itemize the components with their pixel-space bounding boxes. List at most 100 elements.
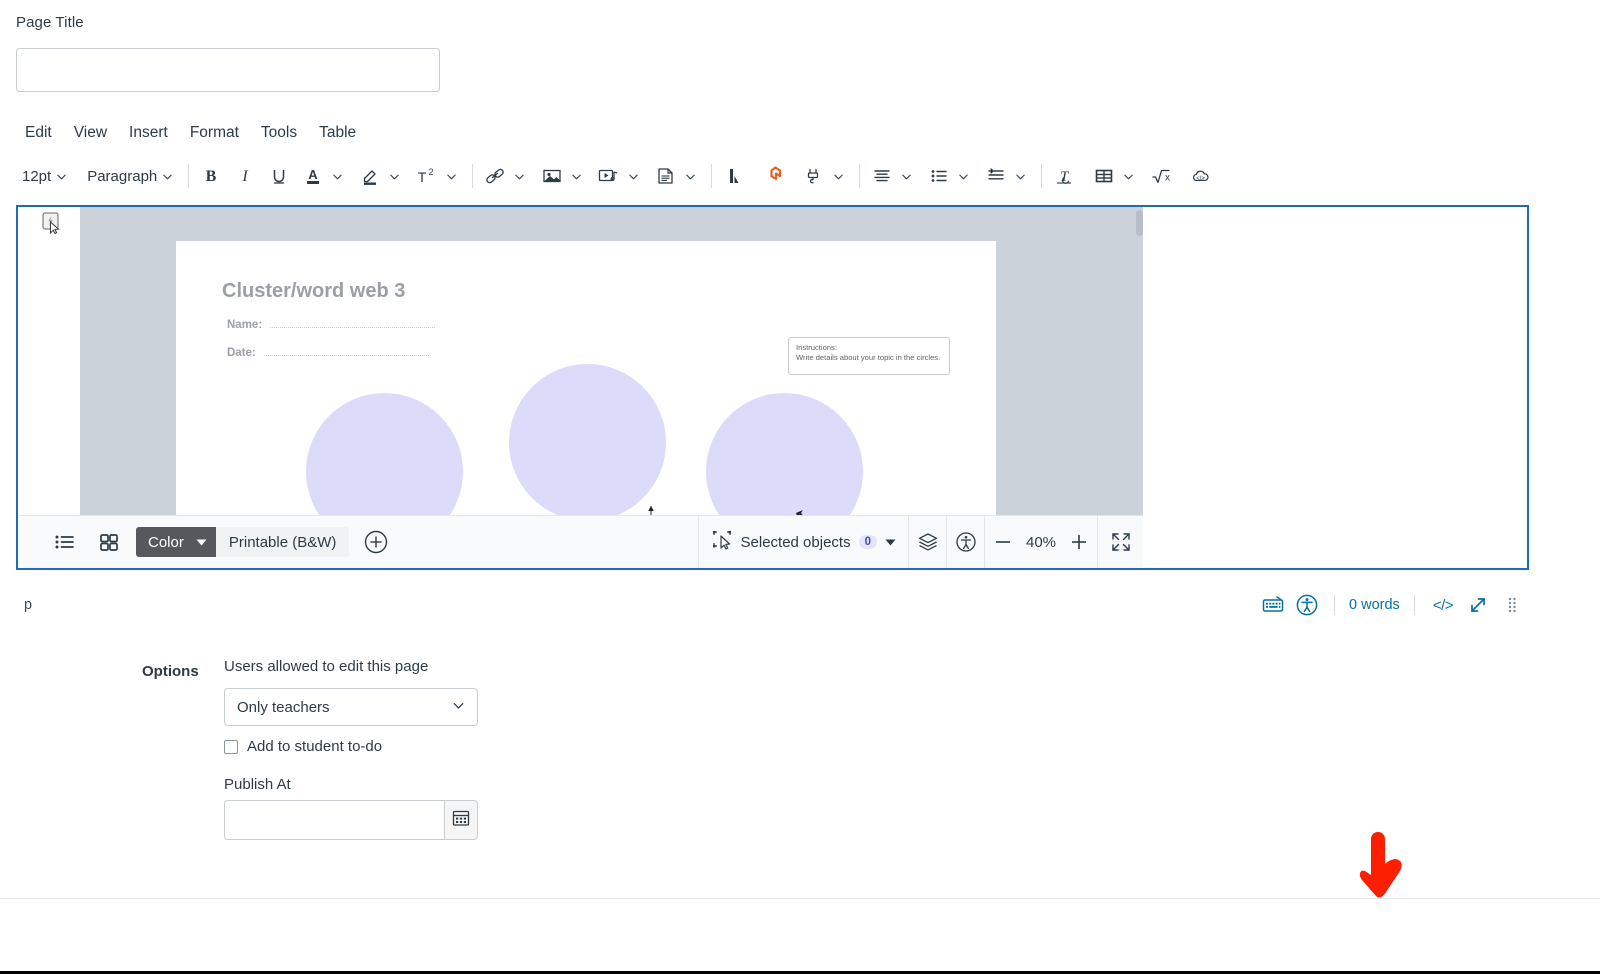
menu-tools[interactable]: Tools — [250, 120, 308, 146]
align-icon[interactable] — [869, 163, 895, 189]
resize-handle-icon[interactable] — [1495, 590, 1529, 620]
text-color-button[interactable]: A — [300, 163, 326, 189]
page-editor-screen: Page Title Edit View Insert Format Tools… — [0, 0, 1600, 974]
svg-text:A: A — [309, 167, 319, 182]
grid-view-icon[interactable] — [92, 525, 126, 559]
chevron-down-icon — [685, 171, 696, 182]
embedded-app-toolbar: Color Printable (B&W) Selected objects 0… — [18, 515, 1143, 568]
table-dropdown[interactable] — [1117, 161, 1140, 191]
accessibility-icon[interactable] — [1290, 590, 1324, 620]
selected-objects-dropdown[interactable]: Selected objects 0 — [697, 516, 908, 568]
status-divider — [1413, 595, 1415, 615]
italic-button[interactable]: I — [232, 163, 258, 189]
worksheet-canvas[interactable]: Cluster/word web 3 Name: Date: Instructi… — [80, 207, 1143, 515]
link-dropdown[interactable] — [508, 161, 531, 191]
cloud-embed-icon[interactable]: </> — [1188, 163, 1214, 189]
chevron-down-icon — [1123, 171, 1134, 182]
publish-at-input[interactable] — [224, 800, 444, 840]
page-title-input[interactable] — [16, 48, 440, 92]
accessibility-checker-icon[interactable] — [946, 516, 984, 568]
zoom-out-button[interactable] — [985, 516, 1021, 568]
list-view-icon[interactable] — [48, 525, 82, 559]
rich-content-editor-body[interactable]: Cluster/word web 3 Name: Date: Instructi… — [16, 205, 1529, 570]
toolbar-divider — [1041, 164, 1043, 188]
text-color-dropdown[interactable] — [326, 161, 349, 191]
chevron-down-icon — [628, 171, 639, 182]
block-format-value: Paragraph — [87, 167, 158, 185]
options-section-label: Options — [142, 663, 199, 680]
student-todo-row[interactable]: Add to student to-do — [224, 738, 382, 755]
menu-format[interactable]: Format — [179, 120, 250, 146]
element-path[interactable]: p — [16, 597, 32, 613]
color-mode-toggle[interactable]: Color Printable (B&W) — [136, 527, 350, 557]
menu-table[interactable]: Table — [308, 120, 367, 146]
image-icon[interactable] — [539, 163, 565, 189]
add-page-icon[interactable] — [363, 529, 389, 555]
editor-menubar: Edit View Insert Format Tools Table — [16, 120, 367, 146]
canvas-vertical-scroll-thumb[interactable] — [1136, 210, 1143, 236]
chevron-down-icon — [452, 699, 465, 716]
worksheet-circle-2[interactable] — [509, 364, 666, 515]
media-icon[interactable] — [596, 163, 622, 189]
superscript-button[interactable]: T2 — [414, 163, 440, 189]
document-dropdown[interactable] — [679, 161, 702, 191]
zoom-in-button[interactable] — [1061, 516, 1097, 568]
worksheet-date-label: Date: — [227, 347, 256, 359]
indent-icon[interactable] — [983, 163, 1009, 189]
zoom-level-value: 40% — [1025, 533, 1057, 551]
publish-at-calendar-button[interactable] — [444, 800, 478, 840]
media-dropdown[interactable] — [622, 161, 645, 191]
selected-objects-label: Selected objects — [740, 533, 851, 551]
chevron-down-icon — [958, 171, 969, 182]
color-mode-option[interactable]: Color — [136, 527, 216, 557]
worksheet-circle-3[interactable] — [706, 393, 863, 515]
worksheet-circle-1[interactable] — [306, 393, 463, 515]
menu-insert[interactable]: Insert — [118, 120, 179, 146]
chevron-down-icon — [446, 171, 457, 182]
math-equation-icon[interactable]: x — [1148, 163, 1174, 189]
worksheet-page[interactable]: Cluster/word web 3 Name: Date: Instructi… — [176, 241, 996, 515]
bullet-list-icon[interactable] — [926, 163, 952, 189]
superscript-dropdown[interactable] — [440, 161, 463, 191]
underline-button[interactable] — [266, 163, 292, 189]
image-dropdown[interactable] — [565, 161, 588, 191]
caret-down-icon — [196, 534, 207, 551]
html-editor-icon[interactable]: </> — [1425, 597, 1461, 614]
bullet-list-dropdown[interactable] — [952, 161, 975, 191]
printable-bw-option[interactable]: Printable (B&W) — [215, 527, 350, 557]
annotation-arrow-icon — [1352, 830, 1412, 908]
worksheet-date-line — [263, 355, 429, 356]
editors-select[interactable]: Only teachers — [224, 688, 478, 726]
calendar-icon — [451, 808, 471, 833]
toolbar-divider — [472, 164, 474, 188]
expand-editor-icon[interactable] — [1461, 590, 1495, 620]
editor-status-bar: p 0 words </> — [16, 586, 1529, 624]
keyboard-shortcuts-icon[interactable] — [1256, 590, 1290, 620]
worksheet-name-line — [270, 327, 436, 328]
indent-dropdown[interactable] — [1009, 161, 1032, 191]
layers-icon[interactable] — [908, 516, 946, 568]
embedded-app-frame[interactable]: Cluster/word web 3 Name: Date: Instructi… — [18, 207, 1143, 568]
block-format-dropdown[interactable]: Paragraph — [81, 161, 179, 191]
table-icon[interactable] — [1091, 163, 1117, 189]
editors-field-label: Users allowed to edit this page — [224, 658, 429, 675]
highlight-color-dropdown[interactable] — [383, 161, 406, 191]
student-todo-checkbox[interactable] — [224, 739, 238, 754]
bold-button[interactable]: B — [198, 163, 224, 189]
word-count[interactable]: 0 words — [1345, 597, 1404, 613]
fullscreen-icon[interactable] — [1097, 516, 1143, 568]
align-dropdown[interactable] — [895, 161, 918, 191]
highlight-color-button[interactable] — [357, 163, 383, 189]
clear-formatting-icon[interactable]: T — [1051, 163, 1077, 189]
document-icon[interactable] — [653, 163, 679, 189]
chevron-down-icon — [56, 171, 67, 182]
unsplash-icon[interactable] — [761, 163, 787, 189]
instructions-title: Instructions: — [796, 343, 837, 352]
kaltura-icon[interactable] — [721, 163, 747, 189]
apps-dropdown[interactable] — [827, 161, 850, 191]
apps-plugin-icon[interactable] — [801, 163, 827, 189]
menu-view[interactable]: View — [63, 120, 118, 146]
link-icon[interactable] — [482, 163, 508, 189]
font-size-dropdown[interactable]: 12pt — [16, 161, 73, 191]
menu-edit[interactable]: Edit — [16, 120, 63, 146]
